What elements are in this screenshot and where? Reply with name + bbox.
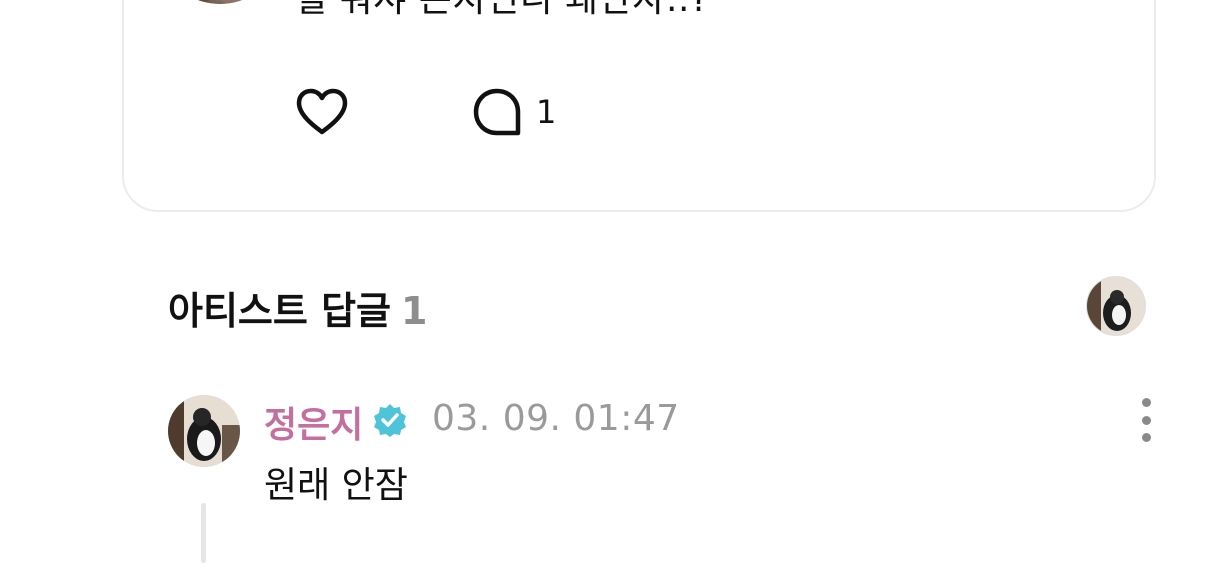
verified-badge-icon [374,404,406,437]
artist-avatar-small[interactable] [1086,276,1146,336]
artist-replies-label: 아티스트 답글 [168,289,391,333]
reply-timestamp: 03. 09. 01:47 [432,398,680,439]
heart-icon [296,88,348,135]
avatar-photo [168,395,240,467]
reply-author-name[interactable]: 정은지 [264,396,363,448]
like-button[interactable] [294,86,350,138]
reply-author-avatar[interactable] [168,395,240,467]
more-options-button[interactable] [1130,398,1162,442]
post-card: 헐 뭐샤 은지언니 왜안자..? 1 [122,0,1156,212]
artist-replies-count: 1 [401,289,428,333]
comment-count: 1 [536,93,557,131]
reply-text: 원래 안잠 [264,465,408,506]
avatar-photo [194,0,264,4]
post-text: 헐 뭐샤 은지언니 왜안자..? [294,0,710,24]
post-author-avatar[interactable] [172,0,268,4]
comment-button[interactable]: 1 [472,86,556,138]
thread-line [201,503,206,563]
more-vertical-icon-dot [1141,415,1151,425]
artist-replies-title: 아티스트 답글 1 [168,280,427,335]
avatar-photo [1087,277,1145,335]
more-vertical-icon-dot [1141,433,1151,442]
comment-icon [473,88,521,136]
more-vertical-icon-dot [1141,398,1151,407]
